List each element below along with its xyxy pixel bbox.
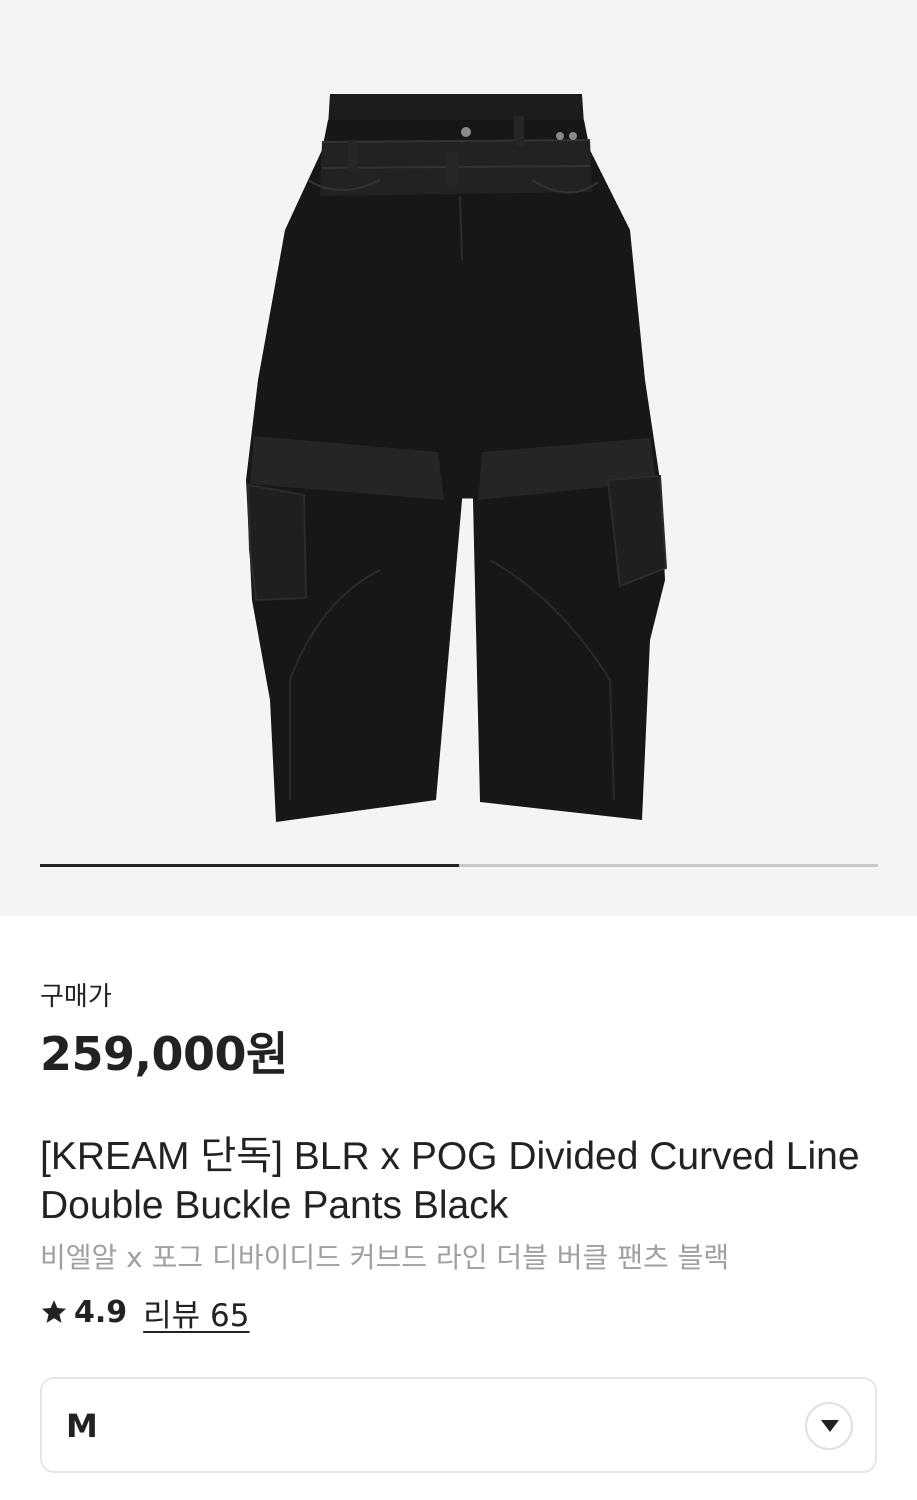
image-carousel-progress <box>40 864 878 867</box>
size-select[interactable]: M <box>40 1377 877 1473</box>
chevron-down-icon <box>821 1420 839 1432</box>
product-image <box>246 94 668 822</box>
star-icon <box>41 1300 67 1323</box>
product-title: [KREAM 단독] BLR x POG Divided Curved Line… <box>40 1135 860 1227</box>
product-subtitle: 비엘알 x 포그 디바이디드 커브드 라인 더블 버클 팬츠 블랙 <box>40 1241 730 1274</box>
price-label: 구매가 <box>40 982 112 1012</box>
size-selected-value: M <box>66 1407 98 1445</box>
image-carousel-progress-fill <box>40 864 459 867</box>
rating-value: 4.9 <box>74 1294 128 1330</box>
product-image-gallery[interactable] <box>0 0 917 916</box>
review-count-link[interactable]: 리뷰 65 <box>143 1290 249 1335</box>
size-dropdown-button[interactable] <box>805 1402 853 1450</box>
price-amount: 259,000원 <box>40 1027 288 1081</box>
rating-row: 4.9 리뷰 65 <box>40 1290 250 1335</box>
